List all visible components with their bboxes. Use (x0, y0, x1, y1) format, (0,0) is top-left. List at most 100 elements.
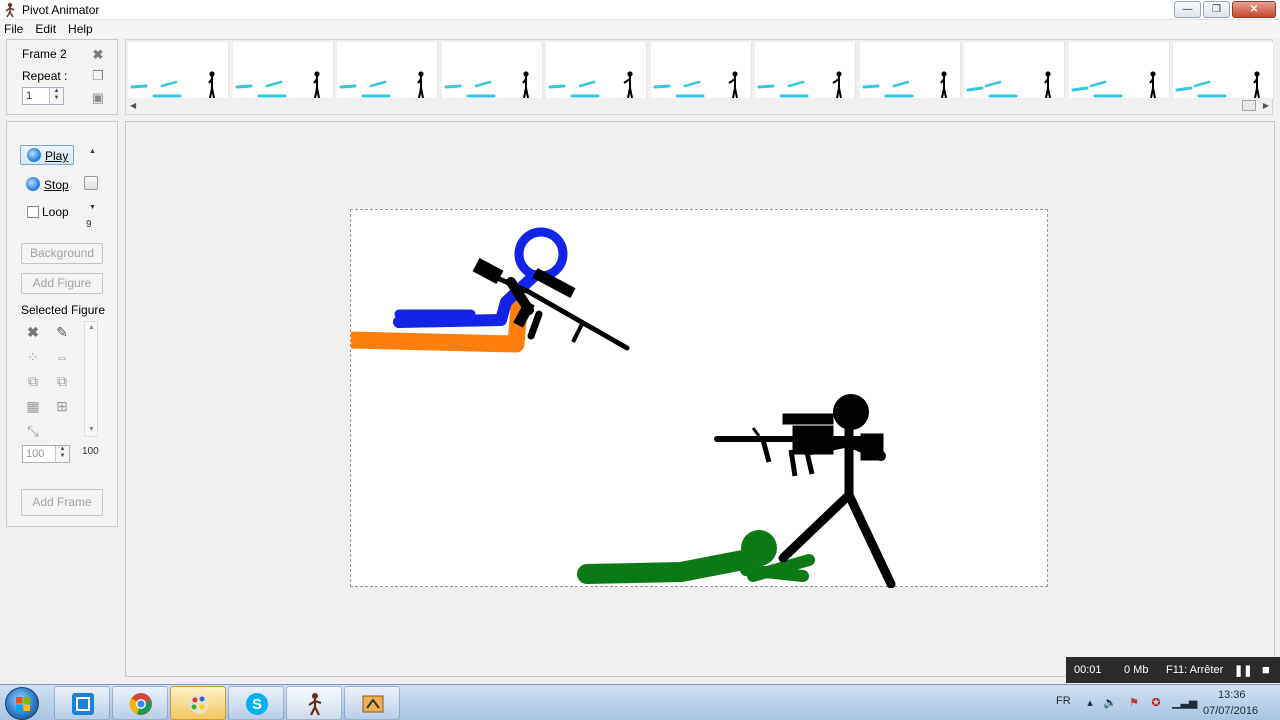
add-frame-button[interactable]: Add Frame (21, 489, 103, 516)
frame-thumbnail-preview (1071, 71, 1156, 98)
show-hidden-icons-icon[interactable]: ▴ (1083, 697, 1097, 709)
pause-icon[interactable]: ❚❚ (1234, 664, 1252, 677)
frame-thumbnail-preview (862, 71, 947, 98)
frame-thumbnail-preview (235, 71, 320, 98)
timeline-scrollbar[interactable]: ◀ ▶ (126, 98, 1272, 114)
frame-thumbnail[interactable] (755, 42, 856, 98)
network-icon[interactable]: ▁▃▅ (1172, 697, 1197, 709)
frame-thumbnail-preview (339, 71, 424, 98)
repeat-stepper[interactable]: 1 ▲ ▼ (22, 87, 64, 105)
chrome-icon (129, 693, 152, 715)
copy-frame-icon[interactable]: ❐ (91, 69, 105, 83)
onion-skin-toggle[interactable] (84, 176, 98, 190)
add-figure-button[interactable]: Add Figure (21, 273, 103, 294)
frame-thumbnail[interactable] (964, 42, 1065, 98)
antivirus-icon[interactable]: ✪ (1149, 697, 1163, 709)
taskbar-skype[interactable]: S (228, 686, 284, 720)
scale-max-label: 100 (82, 446, 99, 457)
close-button[interactable]: ✕ (1232, 1, 1276, 18)
paste-frame-icon[interactable]: ▣ (91, 91, 105, 105)
menu-file[interactable]: File (0, 20, 23, 38)
scroll-right-icon[interactable]: ▶ (1263, 101, 1269, 110)
green-stickman[interactable] (577, 530, 815, 584)
slider-up-icon[interactable]: ▲ (88, 324, 95, 331)
volume-icon[interactable]: 🔈 (1103, 697, 1117, 709)
center-figure-icon[interactable]: ⁘ (24, 349, 42, 365)
menu-edit[interactable]: Edit (31, 20, 56, 38)
action-center-icon[interactable]: ⚑ (1127, 697, 1141, 709)
canvas-area (125, 121, 1275, 677)
menu-help[interactable]: Help (64, 20, 93, 38)
scrollbar-thumb[interactable] (1242, 100, 1256, 111)
recording-hint: F11: Arrêter (1166, 664, 1224, 676)
figure-editor-icon (362, 695, 384, 713)
scale-stepper[interactable]: 100 ▲ ▼ (22, 445, 70, 463)
taskbar-paint[interactable] (170, 686, 226, 720)
frame-timeline[interactable]: ◀ ▶ (125, 39, 1274, 115)
taskbar-pivot-animator[interactable] (286, 686, 342, 720)
frame-thumbnail-preview (548, 71, 633, 98)
speed-up-icon[interactable]: ▲ (89, 148, 96, 155)
loop-label: Loop (42, 205, 69, 219)
delete-figure-icon[interactable]: ✖ (24, 324, 42, 340)
flip-figure-icon[interactable]: ⇔ (53, 349, 71, 365)
recording-size: 0 Mb (1124, 664, 1149, 676)
play-button[interactable]: Play (20, 145, 74, 165)
screen-recorder-icon (72, 693, 94, 715)
frame-thumbnail[interactable] (546, 42, 647, 98)
taskbar-screen-recorder[interactable] (54, 686, 110, 720)
scroll-left-icon[interactable]: ◀ (130, 101, 136, 110)
send-back-icon[interactable]: ⧉ (53, 373, 71, 389)
maximize-button[interactable]: ❐ (1203, 1, 1230, 18)
play-label: Play (45, 149, 69, 163)
color-grid-icon[interactable]: ▦ (24, 398, 42, 414)
selected-figure-label: Selected Figure (21, 303, 106, 317)
frame-thumbnail[interactable] (1068, 42, 1170, 98)
frame-thumbnail-preview (966, 71, 1051, 98)
scale-value: 100 (26, 448, 45, 460)
frame-thumbnail[interactable] (232, 42, 334, 98)
clock-time[interactable]: 13:36 (1218, 689, 1246, 701)
figure-scale-slider[interactable]: ▲ ▼ (84, 321, 98, 437)
language-indicator[interactable]: FR (1056, 695, 1071, 707)
repeat-value: 1 (26, 90, 33, 102)
taskbar: S FR ▴ 🔈 ⚑ ✪ ▁▃▅ 13:36 07/07/2016 (0, 684, 1280, 720)
recording-toolbar: 00:01 0 Mb F11: Arrêter ❚❚ ■ (1066, 657, 1280, 683)
start-button[interactable] (5, 687, 39, 720)
frame-panel: Frame 2 Repeat : 1 ▲ ▼ ✖ ❐ ▣ (6, 39, 118, 115)
stickman-icon (308, 693, 322, 716)
frame-thumbnail[interactable] (859, 42, 961, 98)
frame-thumbnail[interactable] (337, 42, 438, 98)
delete-frame-icon[interactable]: ✖ (91, 48, 105, 62)
animation-stage[interactable] (350, 209, 1048, 588)
edit-figure-icon[interactable]: ✎ (53, 324, 71, 340)
frame-thumbnail[interactable] (441, 42, 543, 98)
windows-logo-icon (16, 697, 30, 711)
clock-date[interactable]: 07/07/2016 (1203, 705, 1258, 717)
stickman-app-icon (5, 2, 15, 18)
frame-label: Frame 2 (22, 47, 67, 61)
play-icon (27, 148, 41, 162)
window-title: Pivot Animator (22, 3, 100, 17)
frame-thumbnail-preview (653, 71, 738, 98)
title-bar: Pivot Animator — ❐ ✕ (0, 0, 1280, 20)
scale-arrows-icon[interactable]: ▲ ▼ (55, 446, 69, 462)
speed-down-icon[interactable]: ▼ (89, 204, 96, 211)
stepper-arrows-icon[interactable]: ▲ ▼ (49, 88, 63, 104)
duplicate-figure-icon[interactable]: ⊞ (53, 398, 71, 414)
slider-down-icon[interactable]: ▼ (88, 426, 95, 433)
minimize-button[interactable]: — (1174, 1, 1201, 18)
paint-icon (189, 694, 209, 714)
bring-front-icon[interactable]: ⧉ (24, 373, 42, 389)
background-button[interactable]: Background (21, 243, 103, 264)
stop-record-icon[interactable]: ■ (1262, 662, 1270, 677)
join-figure-icon[interactable]: ⤡ (24, 423, 42, 439)
loop-checkbox[interactable] (27, 206, 39, 218)
frame-thumbnail[interactable] (650, 42, 752, 98)
frame-thumbnail[interactable] (1173, 42, 1274, 98)
svg-text:S: S (252, 696, 262, 713)
frame-thumbnail[interactable] (128, 42, 229, 98)
taskbar-pivot-editor[interactable] (344, 686, 400, 720)
frame-thumbnail-preview (757, 71, 842, 98)
taskbar-chrome[interactable] (112, 686, 168, 720)
